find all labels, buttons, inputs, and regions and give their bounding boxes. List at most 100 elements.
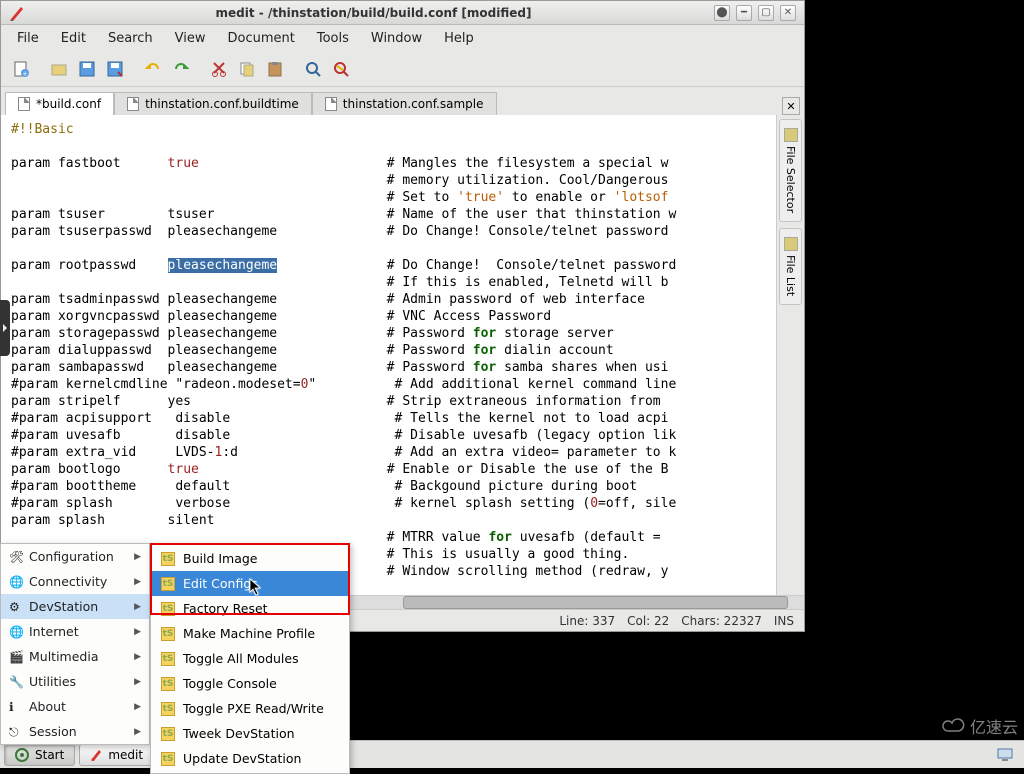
panel-label: File List [784, 255, 797, 296]
submenu-arrow-icon: ▶ [134, 677, 141, 687]
panel-label: File Selector [784, 146, 797, 213]
menu-label: Session [29, 724, 77, 739]
start-menu-item-internet[interactable]: 🌐 Internet ▶ [1, 619, 149, 644]
submenu-arrow-icon: ▶ [134, 652, 141, 662]
submenu-item-update-devstation[interactable]: tSUpdate DevStation [151, 746, 349, 771]
titlebar[interactable]: medit - /thinstation/build/build.conf [m… [1, 1, 804, 25]
submenu-item-tweek-devstation[interactable]: tS Tweek DevStation [151, 721, 349, 746]
undo-button[interactable] [141, 57, 165, 81]
globe-icon: 🌐 [9, 625, 23, 639]
submenu-item-build-image[interactable]: tSBuild Image [151, 546, 349, 571]
minimize-button[interactable]: ━ [736, 5, 752, 21]
open-button[interactable] [47, 57, 71, 81]
mouse-cursor [249, 578, 263, 596]
find-replace-button[interactable] [329, 57, 353, 81]
scrollbar-thumb[interactable] [403, 596, 788, 609]
submenu-label: Tweek DevStation [183, 726, 295, 741]
menubar: File Edit Search View Document Tools Win… [1, 25, 804, 51]
paste-button[interactable] [263, 57, 287, 81]
redo-button[interactable] [169, 57, 193, 81]
start-button[interactable]: Start [4, 744, 75, 766]
submenu-item-toggle-all-modules[interactable]: tSToggle All Modules [151, 646, 349, 671]
ts-icon: tS [161, 677, 175, 691]
menu-tools[interactable]: Tools [307, 27, 359, 50]
submenu-arrow-icon: ▶ [134, 702, 141, 712]
cut-button[interactable] [207, 57, 231, 81]
save-as-button[interactable] [103, 57, 127, 81]
start-menu-item-utilities[interactable]: 🔧 Utilities ▶ [1, 669, 149, 694]
submenu-item-make-machine-profile[interactable]: tSMake Machine Profile [151, 621, 349, 646]
start-menu-item-session[interactable]: ⎋Session▶ [1, 719, 149, 744]
submenu-arrow-icon: ▶ [134, 577, 141, 587]
start-menu-item-devstation[interactable]: ⚙DevStation▶ [1, 594, 149, 619]
tab-build-conf[interactable]: *build.conf [5, 92, 114, 115]
stick-button[interactable]: ⬤ [714, 5, 730, 21]
ts-icon: tS [161, 752, 175, 766]
status-chars: Chars: 22327 [681, 614, 762, 628]
monitor-icon[interactable] [996, 746, 1014, 764]
submenu-item-toggle-pxe-read/write[interactable]: tSToggle PXE Read/Write [151, 696, 349, 721]
code-editor[interactable]: #!!Basic param fastboot true # Mangles t… [1, 115, 776, 595]
wrench-icon: 🔧 [9, 675, 23, 689]
menu-edit[interactable]: Edit [51, 27, 96, 50]
menu-document[interactable]: Document [217, 27, 304, 50]
tab-label: *build.conf [36, 97, 101, 111]
find-button[interactable] [301, 57, 325, 81]
save-button[interactable] [75, 57, 99, 81]
tab-label: thinstation.conf.buildtime [145, 97, 299, 111]
media-icon: 🎬 [9, 650, 23, 664]
app-icon [90, 749, 102, 761]
submenu-label: Build Image [183, 551, 258, 566]
menu-label: Internet [29, 624, 79, 639]
submenu-label: Edit Configs [183, 576, 258, 591]
ts-icon: tS [161, 702, 175, 716]
start-menu-item-connectivity[interactable]: 🌐 Connectivity ▶ [1, 569, 149, 594]
maximize-button[interactable]: ▢ [758, 5, 774, 21]
new-file-button[interactable]: + [9, 57, 33, 81]
menu-label: Configuration [29, 549, 114, 564]
window-controls: ⬤ ━ ▢ ✕ [714, 5, 796, 21]
submenu-arrow-icon: ▶ [134, 602, 141, 612]
close-button[interactable]: ✕ [780, 5, 796, 21]
info-icon: ℹ [9, 700, 23, 714]
start-menu-item-multimedia[interactable]: 🎬 Multimedia ▶ [1, 644, 149, 669]
submenu-item-toggle-console[interactable]: tSToggle Console [151, 671, 349, 696]
menu-label: Connectivity [29, 574, 107, 589]
menu-search[interactable]: Search [98, 27, 163, 50]
file-list-panel[interactable]: File List [779, 228, 802, 305]
start-menu-item-about[interactable]: ℹAbout▶ [1, 694, 149, 719]
menu-help[interactable]: Help [434, 27, 484, 50]
globe-icon: 🌐 [9, 575, 23, 589]
menu-label: Multimedia [29, 649, 99, 664]
svg-text:+: + [22, 70, 28, 78]
tab-sample[interactable]: thinstation.conf.sample [312, 92, 497, 115]
ts-icon: tS [161, 727, 175, 741]
submenu-label: Factory Reset [183, 601, 268, 616]
tab-close-button[interactable]: ✕ [782, 97, 800, 115]
gear-icon: ⚙ [9, 600, 23, 614]
tab-bar: *build.conf thinstation.conf.buildtime t… [1, 87, 804, 115]
medit-window: medit - /thinstation/build/build.conf [m… [0, 0, 805, 632]
menu-view[interactable]: View [165, 27, 216, 50]
watermark: 亿速云 [942, 714, 1018, 738]
start-label: Start [35, 748, 64, 762]
start-menu-item-configuration[interactable]: 🛠Configuration▶ [1, 544, 149, 569]
submenu-arrow-icon: ▶ [134, 627, 141, 637]
copy-button[interactable] [235, 57, 259, 81]
exit-icon: ⎋ [9, 725, 23, 739]
taskbar-app-medit[interactable]: medit [79, 744, 154, 766]
window-title: medit - /thinstation/build/build.conf [m… [33, 6, 714, 20]
tab-label: thinstation.conf.sample [343, 97, 484, 111]
file-icon [325, 97, 337, 111]
tab-buildtime[interactable]: thinstation.conf.buildtime [114, 92, 312, 115]
submenu-item-factory-reset[interactable]: tSFactory Reset [151, 596, 349, 621]
file-selector-panel[interactable]: File Selector [779, 119, 802, 222]
ts-icon: tS [161, 652, 175, 666]
left-panel-handle[interactable] [0, 300, 10, 356]
menu-label: Utilities [29, 674, 76, 689]
file-icon [18, 97, 30, 111]
taskbar-app-label: medit [108, 748, 143, 762]
start-icon [15, 748, 29, 762]
menu-window[interactable]: Window [361, 27, 432, 50]
menu-file[interactable]: File [7, 27, 49, 50]
